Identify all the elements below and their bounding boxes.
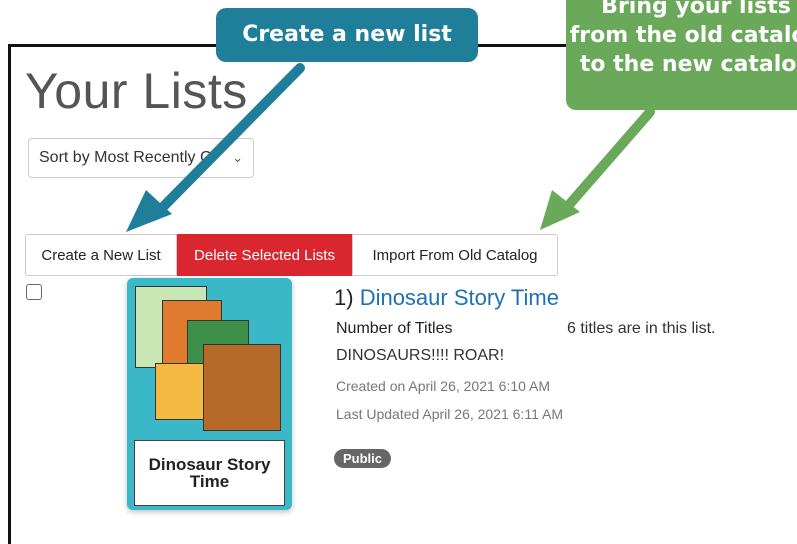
public-badge: Public <box>334 449 392 468</box>
import-from-old-catalog-button[interactable]: Import From Old Catalog <box>352 234 558 276</box>
cover-caption-line: Time <box>189 472 230 491</box>
number-of-titles-value: 6 titles are in this list. <box>567 320 716 337</box>
list-index: 1) <box>334 285 354 310</box>
updated-date: Last Updated April 26, 2021 6:11 AM <box>336 406 564 422</box>
callout-line: to the new catalog <box>579 52 797 77</box>
sort-select-value: Sort by Most Recently C <box>39 149 212 166</box>
list-description: DINOSAURS!!!! ROAR! <box>336 347 505 364</box>
created-date: Created on April 26, 2021 6:10 AM <box>336 378 551 394</box>
chevron-down-icon: ⌄ <box>232 150 243 165</box>
callout-create-new-list: Create a new list <box>216 8 478 62</box>
cover-caption-line: Dinosaur Story <box>148 455 271 474</box>
callout-import-lists: Bring your lists from the old catalog to… <box>566 0 797 110</box>
number-of-titles-row: Number of Titles 6 titles are in this li… <box>336 320 716 338</box>
page-title: Your Lists <box>25 63 248 119</box>
book-cover-thumbnail <box>203 344 281 431</box>
cover-caption: Dinosaur Story Time <box>134 440 285 506</box>
sort-select[interactable]: Sort by Most Recently C ⌄ <box>28 138 254 178</box>
create-new-list-button[interactable]: Create a New List <box>25 234 177 276</box>
list-select-checkbox[interactable] <box>26 284 42 300</box>
list-title: 1) Dinosaur Story Time <box>334 285 559 311</box>
list-title-link[interactable]: Dinosaur Story Time <box>360 285 559 310</box>
callout-line: Bring your lists <box>601 0 791 19</box>
list-actions-toolbar: Create a New List Delete Selected Lists … <box>25 234 558 276</box>
callout-line: from the old catalog <box>569 23 797 48</box>
number-of-titles-label: Number of Titles <box>336 320 453 337</box>
delete-selected-lists-button[interactable]: Delete Selected Lists <box>177 234 352 276</box>
list-cover-image[interactable]: Dinosaur Story Time <box>127 278 292 510</box>
